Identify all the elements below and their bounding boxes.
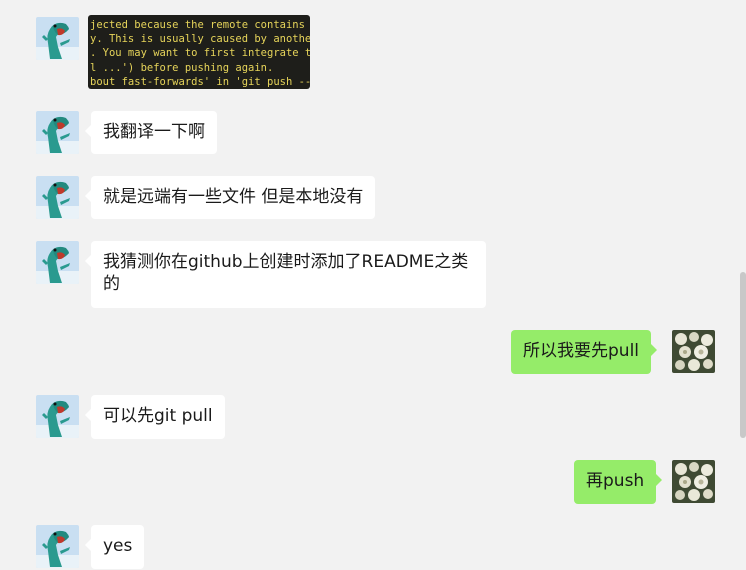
terminal-line: y. This is usually caused by another bbox=[90, 33, 310, 46]
dinosaur-avatar-icon bbox=[36, 17, 79, 60]
flower-avatar-icon bbox=[672, 330, 715, 373]
message-bubble-incoming[interactable]: 就是远端有一些文件 但是本地没有 bbox=[84, 176, 376, 219]
dinosaur-avatar-icon bbox=[36, 395, 79, 438]
dinosaur-avatar-icon bbox=[36, 525, 79, 568]
self-avatar[interactable] bbox=[672, 460, 715, 503]
contact-avatar[interactable] bbox=[36, 111, 79, 154]
terminal-line: jected because the remote contains w bbox=[90, 19, 310, 31]
scrollbar-thumb[interactable] bbox=[740, 272, 746, 438]
message-bubble-outgoing[interactable]: 再push bbox=[574, 460, 663, 504]
contact-avatar[interactable] bbox=[36, 395, 79, 438]
self-avatar[interactable] bbox=[672, 330, 715, 373]
contact-avatar[interactable] bbox=[36, 241, 79, 284]
dinosaur-avatar-icon bbox=[36, 111, 79, 154]
chat-area[interactable]: jected because the remote contains w y. … bbox=[0, 0, 746, 570]
message-bubble-incoming[interactable]: 我翻译一下啊 bbox=[85, 111, 217, 154]
flower-avatar-icon bbox=[672, 460, 715, 503]
dinosaur-avatar-icon bbox=[36, 176, 79, 219]
message-bubble-outgoing[interactable]: 所以我要先pull bbox=[511, 330, 658, 374]
message-bubble-incoming[interactable]: yes bbox=[84, 525, 145, 569]
message-bubble-incoming[interactable]: 我猜测你在github上创建时添加了README之类的 bbox=[85, 241, 486, 308]
terminal-line: l ...') before pushing again. bbox=[90, 61, 274, 74]
terminal-line: bout fast-forwards' in 'git push --h bbox=[90, 75, 310, 88]
message-bubble-incoming[interactable]: 可以先git pull bbox=[85, 395, 225, 439]
terminal-screenshot-image[interactable]: jected because the remote contains w y. … bbox=[88, 15, 310, 89]
dinosaur-avatar-icon bbox=[36, 241, 79, 284]
contact-avatar[interactable] bbox=[36, 176, 79, 219]
contact-avatar[interactable] bbox=[36, 525, 79, 568]
contact-avatar[interactable] bbox=[36, 17, 79, 60]
terminal-line: . You may want to first integrate th bbox=[90, 47, 310, 60]
